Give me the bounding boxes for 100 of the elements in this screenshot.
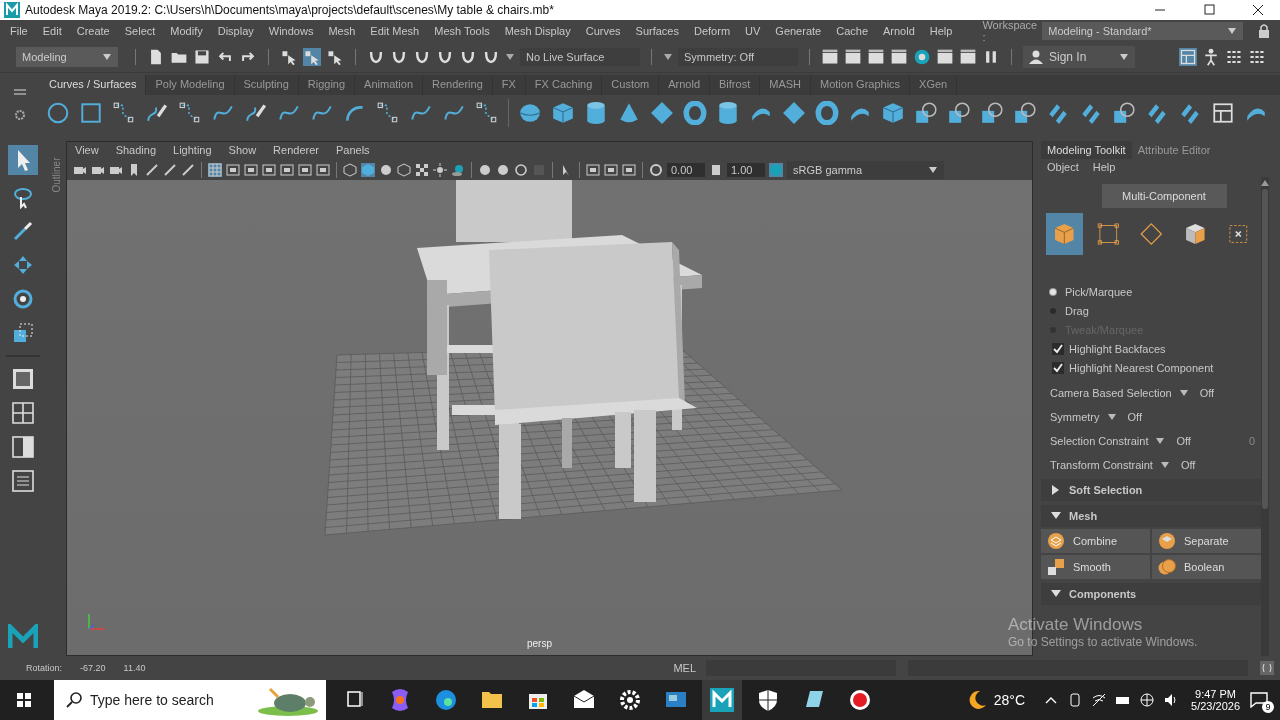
- tool-icon[interactable]: [145, 163, 159, 177]
- symmetry-field[interactable]: Symmetry: Off: [678, 48, 798, 66]
- lasso-icon[interactable]: [11, 185, 35, 209]
- select-pointer-icon[interactable]: [326, 48, 344, 66]
- select-pointer-icon[interactable]: [280, 48, 298, 66]
- menu-item[interactable]: Surfaces: [635, 25, 679, 37]
- clock-date[interactable]: 5/23/2026: [1191, 700, 1240, 712]
- shelf-tab[interactable]: Motion Graphics: [811, 75, 911, 95]
- shelf-tab[interactable]: MASH: [760, 75, 811, 95]
- menu-item[interactable]: UV: [745, 25, 761, 37]
- color-space-dropdown[interactable]: sRGB gamma: [787, 161, 944, 179]
- tool-button[interactable]: Boolean: [1152, 555, 1261, 579]
- exposure-field[interactable]: 0.00: [667, 163, 705, 177]
- menu-item[interactable]: Arnold: [883, 25, 915, 37]
- section-header[interactable]: Soft Selection: [1041, 479, 1261, 501]
- multi-component-button[interactable]: Multi-Component: [1101, 184, 1227, 208]
- overlapping-shapes-icon[interactable]: [914, 101, 938, 125]
- setting-value[interactable]: Off: [1180, 459, 1196, 471]
- split-pane-layout-icon[interactable]: [11, 435, 35, 459]
- plane-icon[interactable]: [782, 101, 806, 125]
- clapperboard-icon[interactable]: [936, 48, 954, 66]
- panel-menu[interactable]: Renderer: [273, 144, 319, 158]
- layout-icon[interactable]: [1211, 101, 1235, 125]
- menu-item[interactable]: Create: [76, 25, 110, 37]
- shelf-tab[interactable]: Rigging: [298, 75, 356, 95]
- sphere-icon[interactable]: [518, 101, 542, 125]
- overlapping-shapes-icon[interactable]: [1013, 101, 1037, 125]
- paint-brush-icon[interactable]: [11, 219, 35, 243]
- list-icon[interactable]: [1248, 48, 1266, 66]
- workspace-dropdown[interactable]: Modeling - Standard*: [1042, 22, 1243, 40]
- maya-app-icon[interactable]: [702, 680, 742, 720]
- frame-icon[interactable]: [316, 163, 330, 177]
- scroll-up-icon[interactable]: [1261, 180, 1269, 186]
- checkbox[interactable]: [1052, 343, 1064, 355]
- point-curve-icon[interactable]: [475, 101, 499, 125]
- cylinder-icon[interactable]: [584, 101, 608, 125]
- clapperboard-icon[interactable]: [867, 48, 885, 66]
- shelf-tab[interactable]: Sculpting: [234, 75, 299, 95]
- cube-icon[interactable]: [881, 101, 905, 125]
- panel-menu[interactable]: Object: [1047, 161, 1079, 175]
- panel-menu[interactable]: View: [75, 144, 99, 158]
- shelf-tab[interactable]: Curves / Surfaces: [40, 75, 147, 95]
- tool-button[interactable]: Smooth: [1041, 555, 1150, 579]
- caret-icon[interactable]: [1107, 414, 1116, 420]
- checker-icon[interactable]: [415, 163, 429, 177]
- globe-icon[interactable]: [1139, 692, 1156, 708]
- shelf-tab[interactable]: Custom: [602, 75, 660, 95]
- network-off-icon[interactable]: [1091, 692, 1108, 708]
- frame-icon[interactable]: [244, 163, 258, 177]
- tool-icon[interactable]: [163, 163, 177, 177]
- panel-menu[interactable]: Shading: [115, 144, 157, 158]
- panel-menu[interactable]: Help: [1092, 161, 1116, 175]
- gamma-icon[interactable]: [709, 163, 723, 177]
- shelf-tab[interactable]: Poly Modeling: [146, 75, 235, 95]
- outliner-layout-icon[interactable]: [11, 469, 35, 493]
- panel-tab[interactable]: Modeling Toolkit: [1041, 141, 1132, 159]
- point-curve-icon[interactable]: [376, 101, 400, 125]
- clapperboard-icon[interactable]: [844, 48, 862, 66]
- tool-button[interactable]: Separate: [1152, 529, 1261, 553]
- menu-set-dropdown[interactable]: Modeling: [16, 47, 118, 67]
- menu-item[interactable]: Select: [124, 25, 156, 37]
- setting-value[interactable]: Off: [1199, 387, 1215, 399]
- caret-icon[interactable]: [663, 53, 673, 61]
- checkbox[interactable]: [1052, 362, 1064, 374]
- menu-item[interactable]: Curves: [585, 25, 621, 37]
- panel-menu[interactable]: Lighting: [173, 144, 212, 158]
- setting-value[interactable]: Off: [1127, 411, 1142, 423]
- menu-item[interactable]: Deform: [694, 25, 731, 37]
- frame-icon[interactable]: [280, 163, 294, 177]
- sphere-icon[interactable]: [379, 163, 393, 177]
- panel-tab[interactable]: Attribute Editor: [1131, 141, 1217, 159]
- cube-icon[interactable]: [397, 163, 411, 177]
- script-editor-icon[interactable]: [1260, 661, 1274, 675]
- figure-icon[interactable]: [1202, 48, 1220, 66]
- shelf-tab[interactable]: FX: [492, 75, 526, 95]
- shelf-tab[interactable]: Arnold: [659, 75, 711, 95]
- light-icon[interactable]: [433, 163, 447, 177]
- frame-icon[interactable]: [622, 163, 636, 177]
- square-icon[interactable]: [79, 101, 103, 125]
- setting-value[interactable]: Off: [1176, 435, 1191, 447]
- tool-button[interactable]: Combine: [1041, 529, 1150, 553]
- panel-menu[interactable]: Panels: [335, 144, 370, 158]
- cylinder-icon[interactable]: [716, 101, 740, 125]
- menu-item[interactable]: Cache: [836, 25, 868, 37]
- point-curve-icon[interactable]: [178, 101, 202, 125]
- clapperboard-icon[interactable]: [890, 48, 908, 66]
- caret-icon[interactable]: [1179, 390, 1188, 396]
- overlapping-shapes-icon[interactable]: [1112, 101, 1136, 125]
- shelf-tab[interactable]: XGen: [910, 75, 958, 95]
- shelf-tab[interactable]: FX Caching: [525, 75, 603, 95]
- menu-icon[interactable]: [14, 87, 26, 96]
- list-icon[interactable]: [1225, 48, 1243, 66]
- render-sphere-icon[interactable]: [913, 48, 931, 66]
- frame-icon[interactable]: [604, 163, 618, 177]
- plane-icon[interactable]: [650, 101, 674, 125]
- tool-icon[interactable]: [181, 163, 195, 177]
- taskbar-search-field[interactable]: Type here to search: [54, 680, 326, 720]
- torus-icon[interactable]: [683, 101, 707, 125]
- menu-item[interactable]: Windows: [268, 25, 314, 37]
- shelf-tab[interactable]: Animation: [355, 75, 423, 95]
